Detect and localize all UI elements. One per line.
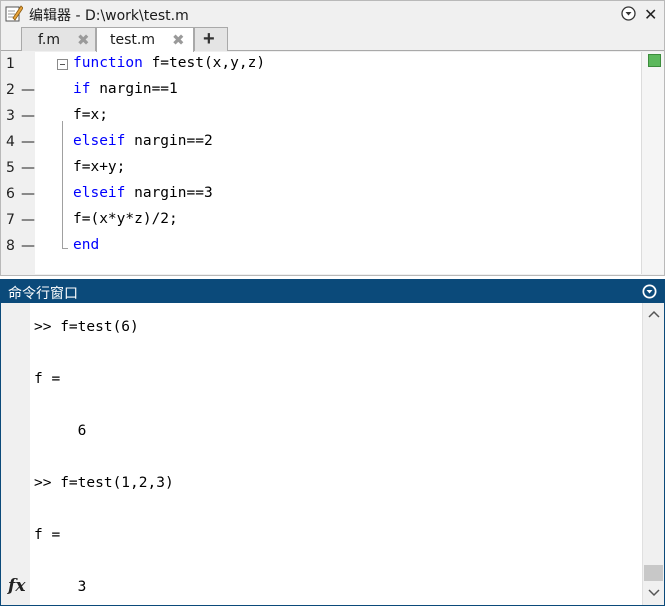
tab-close-icon[interactable]: ✖ (172, 31, 185, 49)
plus-icon: + (203, 28, 215, 50)
scrollbar-thumb[interactable] (644, 565, 663, 581)
code-line[interactable]: 4 — elseif nargin==2 (1, 130, 641, 156)
line-number: 2 (6, 82, 15, 98)
command-window: 命令行窗口 fx >> f=test(6) f = 6 >> f=test(1,… (0, 279, 665, 606)
command-window-gutter: fx (1, 303, 30, 605)
line-number: 6 (6, 186, 15, 202)
line-number: 8 (6, 238, 15, 254)
fx-function-browser-icon[interactable]: fx (8, 576, 25, 596)
scroll-up-arrow-icon[interactable] (647, 309, 661, 319)
command-window-options-chevron-icon[interactable] (642, 284, 657, 299)
new-tab-button[interactable]: + (194, 27, 228, 51)
code-text: end (73, 237, 100, 253)
breakpoint-marker[interactable]: — (21, 186, 35, 202)
breakpoint-marker[interactable]: — (21, 134, 35, 150)
command-window-scrollbar[interactable] (642, 303, 664, 605)
code-line[interactable]: 8 — end (1, 234, 641, 260)
code-text: f=x+y; (73, 159, 126, 175)
code-analyzer-status-icon[interactable] (648, 54, 661, 67)
output-line: 6 (34, 423, 87, 439)
tab-label: test.m (110, 32, 155, 48)
line-number: 4 (6, 134, 15, 150)
fold-collapse-icon[interactable] (57, 59, 68, 70)
line-number: 1 (6, 56, 15, 72)
editor-window: 编辑器 - D:\work\test.m ✕ f.m ✖ test.m ✖ + … (0, 0, 665, 276)
code-editor[interactable]: 1 function f=test(x,y,z) 2 — if nargin==… (1, 52, 664, 274)
code-text: function f=test(x,y,z) (73, 55, 266, 71)
output-line: f = (34, 371, 61, 387)
code-line[interactable]: 2 — if nargin==1 (1, 78, 641, 104)
command-window-header: 命令行窗口 (1, 280, 664, 303)
breakpoint-marker[interactable]: — (21, 160, 35, 176)
breakpoint-marker[interactable]: — (21, 108, 35, 124)
editor-options-chevron-icon[interactable] (621, 6, 636, 21)
output-line: >> f=test(1,2,3) (34, 475, 174, 491)
editor-pencil-icon (5, 5, 23, 22)
code-line[interactable]: 7 — f=(x*y*z)/2; (1, 208, 641, 234)
output-line: f = (34, 527, 61, 543)
code-line[interactable]: 1 function f=test(x,y,z) (1, 52, 641, 78)
code-line[interactable]: 5 — f=x+y; (1, 156, 641, 182)
code-analyzer-strip (641, 52, 664, 274)
line-number: 7 (6, 212, 15, 228)
editor-tabstrip: f.m ✖ test.m ✖ + (1, 25, 664, 52)
line-number: 5 (6, 160, 15, 176)
editor-close-icon[interactable]: ✕ (644, 5, 657, 25)
tab-label: f.m (38, 32, 60, 48)
command-window-title: 命令行窗口 (8, 286, 78, 302)
breakpoint-marker[interactable]: — (21, 82, 35, 98)
code-line[interactable]: 6 — elseif nargin==3 (1, 182, 641, 208)
command-output-area[interactable]: >> f=test(6) f = 6 >> f=test(1,2,3) f = … (30, 303, 642, 605)
editor-titlebar: 编辑器 - D:\work\test.m ✕ (1, 1, 664, 25)
line-number: 3 (6, 108, 15, 124)
tab-f-m[interactable]: f.m ✖ (21, 27, 96, 51)
tab-close-icon[interactable]: ✖ (77, 31, 90, 49)
output-line: >> f=test(6) (34, 319, 139, 335)
scroll-down-arrow-icon[interactable] (647, 588, 661, 598)
tab-test-m[interactable]: test.m ✖ (96, 27, 194, 52)
code-text: f=x; (73, 107, 108, 123)
code-line[interactable]: 3 — f=x; (1, 104, 641, 130)
code-text: elseif nargin==3 (73, 185, 213, 201)
code-text: elseif nargin==2 (73, 133, 213, 149)
output-line: 3 (34, 579, 87, 595)
code-text: f=(x*y*z)/2; (73, 211, 178, 227)
editor-title: 编辑器 - D:\work\test.m (29, 8, 189, 24)
code-text: if nargin==1 (73, 81, 178, 97)
breakpoint-marker[interactable]: — (21, 212, 35, 228)
breakpoint-marker[interactable]: — (21, 238, 35, 254)
